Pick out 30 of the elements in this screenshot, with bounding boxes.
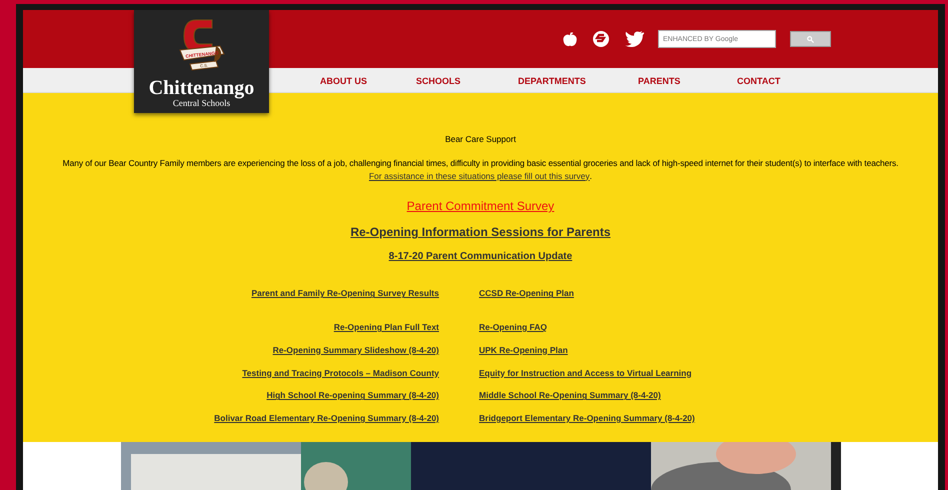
document-link[interactable]: Middle School Re-Opening Summary (8-4-20) bbox=[479, 390, 661, 400]
bird-icon[interactable] bbox=[624, 31, 644, 47]
document-link[interactable]: High School Re-opening Summary (8-4-20) bbox=[266, 389, 439, 402]
notice-title: Bear Care Support bbox=[445, 133, 516, 146]
logo-subtitle: Central Schools bbox=[172, 98, 230, 108]
document-link[interactable]: CCSD Re-Opening Plan bbox=[479, 288, 574, 298]
document-link[interactable]: Bolivar Road Elementary Re-Opening Summary (8-4-20) bbox=[214, 412, 439, 425]
document-link[interactable]: Testing and Tracing Protocols – Madison County bbox=[242, 366, 439, 380]
nav-link[interactable]: PARENTS bbox=[638, 75, 680, 88]
headline-link[interactable]: Re-Opening Information Sessions for Parents bbox=[350, 223, 611, 242]
document-link[interactable]: UPK Re-Opening Plan bbox=[479, 344, 568, 355]
survey-link[interactable]: For assistance in these situations please fill out this survey bbox=[368, 170, 590, 182]
document-link[interactable]: Re-Opening FAQ bbox=[479, 322, 547, 332]
document-link[interactable]: Re-Opening Plan Full Text bbox=[334, 321, 439, 334]
nav-link[interactable]: SCHOOLS bbox=[416, 75, 461, 88]
document-link[interactable]: Re-Opening Summary Slideshow (8-4-20) bbox=[272, 344, 439, 356]
search-icon bbox=[807, 36, 814, 42]
document-link[interactable]: Equity for Instruction and Access to Virtual Learning bbox=[479, 368, 692, 378]
document-link[interactable]: Parent and Family Re-Opening Survey Results bbox=[251, 287, 439, 300]
document-link[interactable]: Bridgeport Elementary Re-Opening Summary (8-4-20) bbox=[479, 413, 695, 423]
nav-link[interactable]: DEPARTMENTS bbox=[518, 75, 586, 88]
period-text: . bbox=[590, 170, 592, 182]
search-button[interactable] bbox=[790, 31, 831, 47]
headline-link[interactable]: 8-17-20 Parent Communication Update bbox=[388, 249, 572, 264]
apple-icon[interactable] bbox=[562, 31, 578, 47]
nav-link[interactable]: CONTACT bbox=[737, 75, 780, 88]
nav-link[interactable]: ABOUT US bbox=[320, 75, 367, 88]
logo-name: Chittenango bbox=[148, 78, 254, 98]
s-logo-icon[interactable] bbox=[592, 30, 610, 48]
notice-text: Many of our Bear Country Family members are experiencing the loss of a job, challenging financial times, difficulty in providing basic essential groceries and lack of high-speed internet for their student(s) to interface with teachers. bbox=[62, 156, 898, 170]
